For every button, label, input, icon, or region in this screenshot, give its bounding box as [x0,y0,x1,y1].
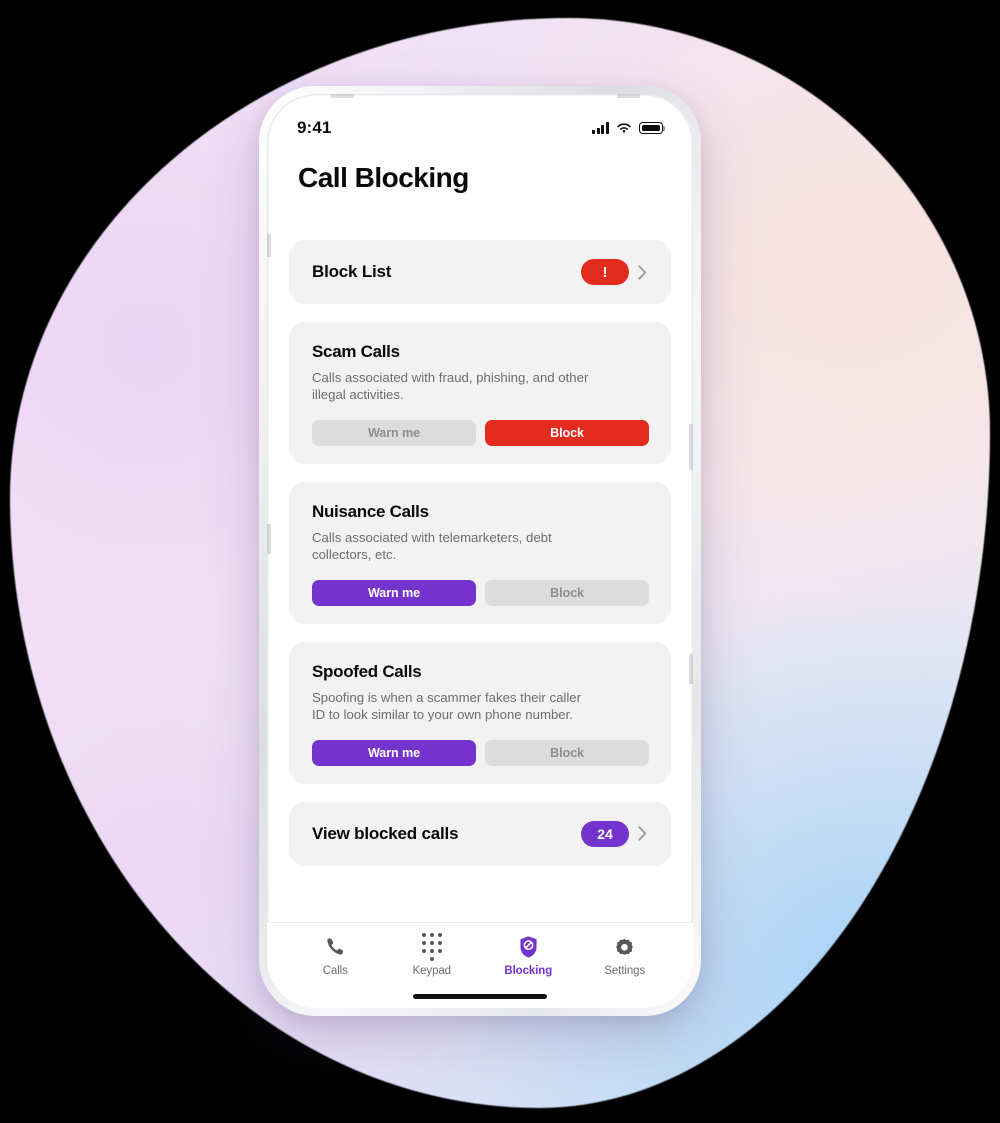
antenna-line-icon [689,654,693,684]
chevron-right-icon [629,264,655,280]
antenna-line-icon [331,94,354,98]
block-list-card[interactable]: Block List ! [289,240,671,304]
block-button[interactable]: Block [485,419,649,446]
antenna-line-icon [689,424,693,470]
phone-device-frame: 9:41 Call Blocking Block List ! Scam Cal… [259,86,701,1016]
warn-me-button[interactable]: Warn me [312,419,476,446]
battery-icon [639,122,666,134]
category-card-spoofed-calls: Spoofed Calls Spoofing is when a scammer… [289,641,671,784]
tab-label: Calls [322,965,348,977]
tab-label: Settings [604,965,646,977]
phone-icon [324,935,346,959]
antenna-line-icon [617,94,640,98]
warn-me-button[interactable]: Warn me [312,579,476,606]
category-title: Scam Calls [312,342,400,361]
main-content: Call Blocking Block List ! Scam Calls Ca… [267,162,693,866]
cellular-signal-icon [591,122,609,134]
antenna-line-icon [267,234,271,257]
bottom-tab-bar: Calls Keypad Blocking Settings [267,922,693,1008]
status-badge: ! [581,259,629,285]
view-blocked-calls-row[interactable]: View blocked calls 24 [289,802,671,866]
blocked-count-badge: 24 [581,820,629,847]
status-bar: 9:41 [267,94,693,140]
view-blocked-calls-label: View blocked calls [312,823,459,843]
warn-me-button[interactable]: Warn me [312,739,476,766]
category-description: Calls associated with telemarketers, deb… [312,529,552,563]
chevron-right-icon [629,826,655,841]
status-bar-clock: 9:41 [297,118,332,137]
home-indicator [413,993,547,999]
block-list-row[interactable]: Block List ! [289,240,671,304]
phone-screen: 9:41 Call Blocking Block List ! Scam Cal… [267,94,693,1008]
screenshot-canvas: 9:41 Call Blocking Block List ! Scam Cal… [0,0,1000,1123]
category-actions: Warn me Block [312,419,649,446]
category-description: Calls associated with fraud, phishing, a… [312,370,589,403]
category-actions: Warn me Block [312,739,649,766]
tab-label: Keypad [412,965,452,977]
keypad-icon [421,933,442,961]
block-button[interactable]: Block [485,579,649,606]
view-blocked-calls-card[interactable]: View blocked calls 24 [289,801,671,866]
status-bar-icons [591,122,666,134]
category-title: Spoofed Calls [312,661,422,681]
category-actions: Warn me Block [312,579,649,606]
page-title: Call Blocking [298,162,469,193]
category-title: Nuisance Calls [312,501,429,521]
wifi-icon [617,123,631,133]
category-description: Spoofing is when a scammer fakes their c… [312,689,581,723]
category-card-scam-calls: Scam Calls Calls associated with fraud, … [289,322,671,464]
category-card-nuisance-calls: Nuisance Calls Calls associated with tel… [289,481,671,624]
block-list-label: Block List [312,262,392,281]
block-button[interactable]: Block [485,739,649,766]
tab-label: Blocking [504,965,553,977]
tab-settings[interactable]: Settings [577,935,674,1008]
antenna-line-icon [267,524,271,554]
gear-icon [613,935,636,959]
shield-block-icon [517,935,540,959]
tab-calls[interactable]: Calls [287,935,384,1008]
